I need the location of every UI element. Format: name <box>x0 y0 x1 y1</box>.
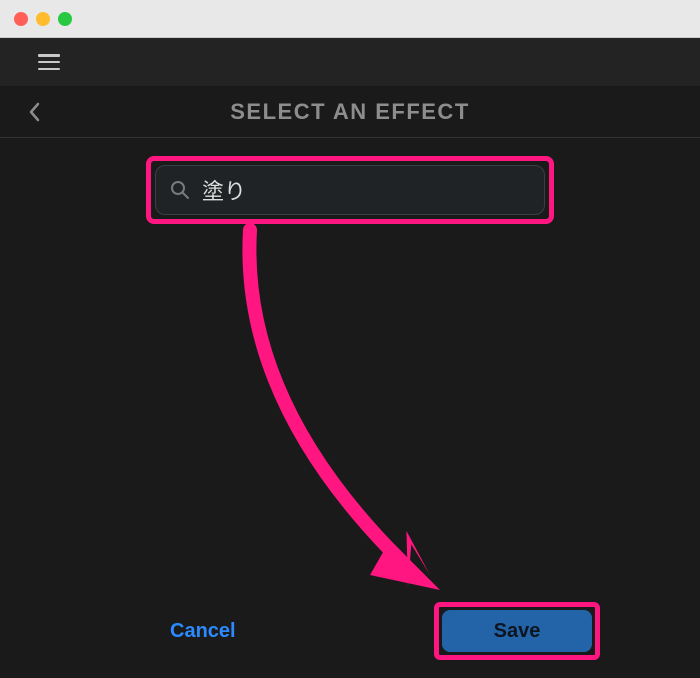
search-input[interactable] <box>202 177 530 203</box>
close-window-button[interactable] <box>14 12 28 26</box>
minimize-window-button[interactable] <box>36 12 50 26</box>
top-toolbar <box>0 38 700 86</box>
cancel-button[interactable]: Cancel <box>170 620 236 643</box>
page-title: SELECT AN EFFECT <box>230 99 470 125</box>
search-icon <box>170 180 190 200</box>
footer-actions: Cancel Save <box>0 602 700 660</box>
annotation-highlight-save: Save <box>434 602 600 660</box>
annotation-highlight-search <box>146 156 554 224</box>
window-titlebar <box>0 0 700 38</box>
page-header: SELECT AN EFFECT <box>0 86 700 138</box>
back-chevron-icon[interactable] <box>28 102 40 122</box>
save-button[interactable]: Save <box>442 610 592 652</box>
content-area <box>0 138 700 224</box>
search-box[interactable] <box>155 165 545 215</box>
maximize-window-button[interactable] <box>58 12 72 26</box>
annotation-arrow <box>200 220 500 600</box>
hamburger-menu-icon[interactable] <box>38 54 60 70</box>
